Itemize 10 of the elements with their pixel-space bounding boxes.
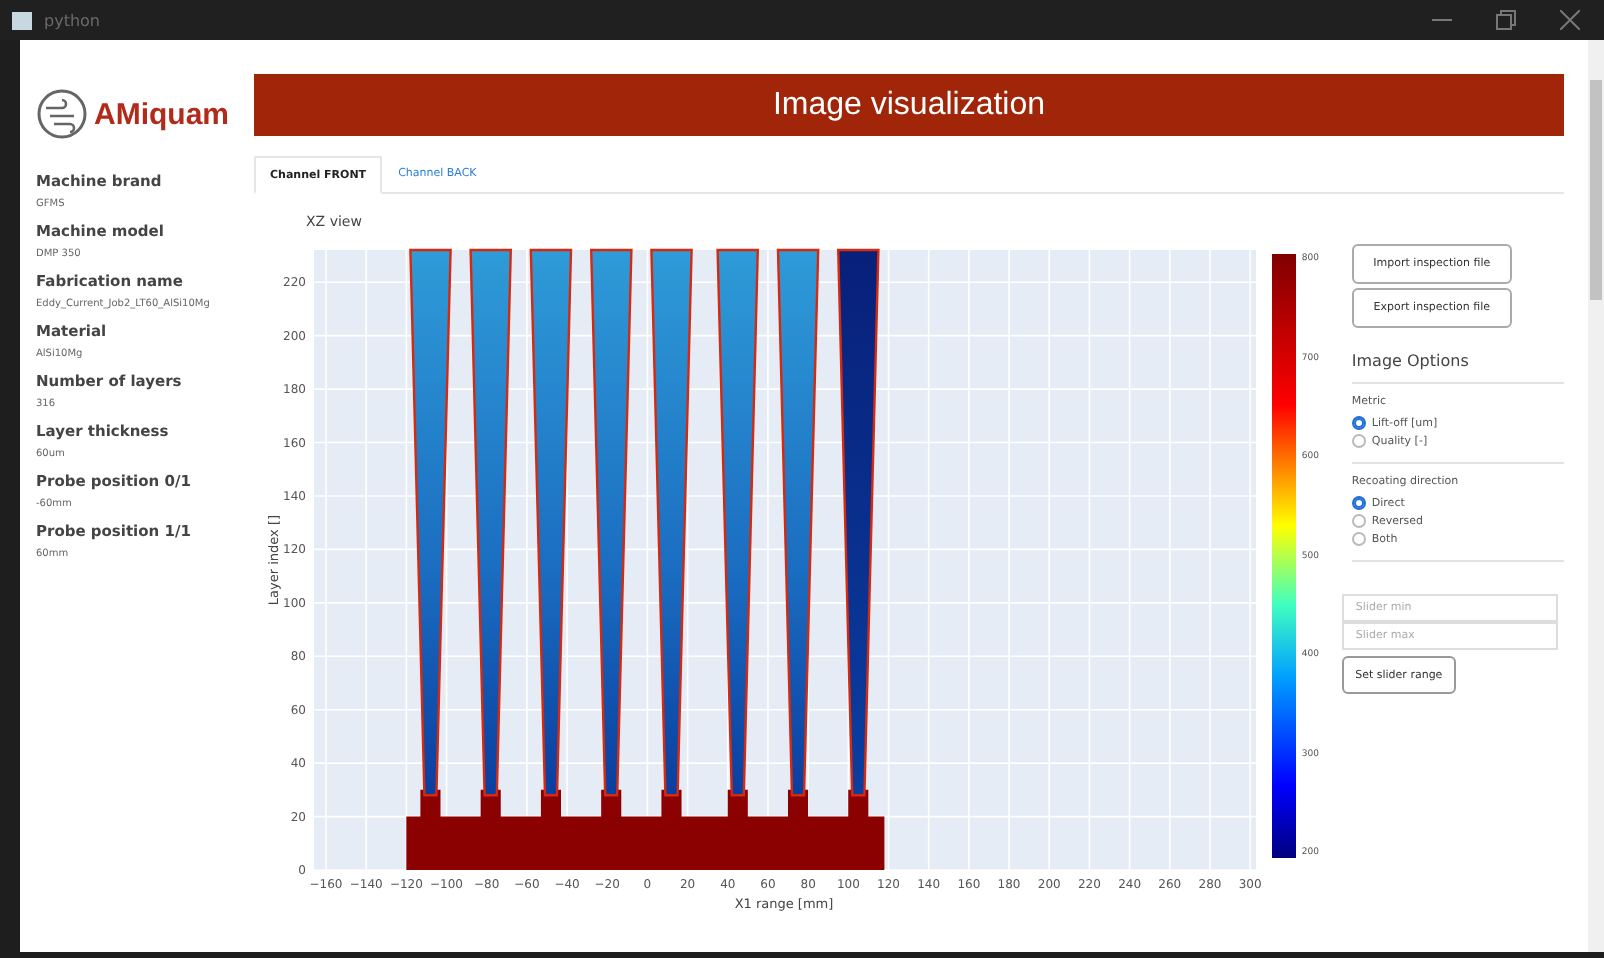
window-title: python [44, 11, 100, 29]
logo-text: AMiquam [94, 97, 229, 131]
close-icon[interactable] [1560, 10, 1580, 30]
scroll-thumb[interactable] [1590, 80, 1602, 300]
logo-icon [36, 88, 88, 140]
section-title: Image Options [1351, 352, 1564, 384]
scrollbar[interactable] [1588, 40, 1604, 952]
app-icon [12, 11, 32, 29]
header-banner: Image visualization [254, 74, 1564, 136]
restore-icon[interactable] [1496, 10, 1516, 30]
